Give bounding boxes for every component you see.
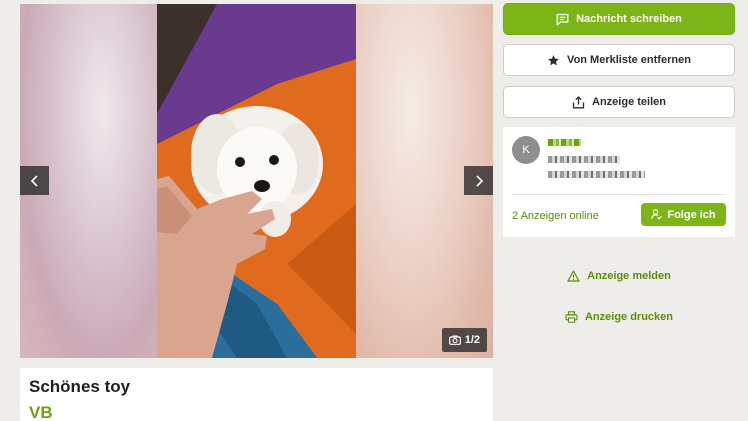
gallery-prev-button[interactable] bbox=[20, 166, 49, 195]
image-counter-text: 1/2 bbox=[464, 334, 480, 346]
seller-name-redacted[interactable] bbox=[548, 139, 581, 146]
chevron-left-icon bbox=[30, 174, 38, 187]
chevron-right-icon bbox=[475, 174, 483, 187]
remove-watchlist-button[interactable]: Von Merkliste entfernen bbox=[503, 44, 735, 76]
printer-icon bbox=[565, 311, 578, 323]
image-gallery[interactable]: 1/2 bbox=[20, 4, 493, 358]
report-ad-label: Anzeige melden bbox=[587, 270, 671, 282]
warning-icon bbox=[567, 270, 580, 282]
gallery-next-button[interactable] bbox=[464, 166, 493, 195]
send-message-label: Nachricht schreiben bbox=[576, 13, 682, 25]
seller-card: K 2 Anzeigen online Folge ich bbox=[503, 127, 735, 237]
remove-watchlist-label: Von Merkliste entfernen bbox=[567, 54, 691, 66]
chat-icon bbox=[556, 13, 569, 25]
follow-label: Folge ich bbox=[667, 208, 716, 221]
follow-button[interactable]: Folge ich bbox=[641, 203, 726, 226]
image-counter: 1/2 bbox=[441, 328, 487, 352]
star-icon bbox=[548, 54, 559, 65]
share-ad-label: Anzeige teilen bbox=[592, 96, 666, 108]
send-message-button[interactable]: Nachricht schreiben bbox=[503, 3, 735, 35]
seller-ads-online-link[interactable]: 2 Anzeigen online bbox=[512, 210, 599, 222]
divider bbox=[512, 194, 726, 195]
listing-title-card: Schönes toy VB bbox=[20, 368, 493, 421]
listing-photo[interactable] bbox=[157, 4, 356, 358]
print-ad-label: Anzeige drucken bbox=[584, 311, 674, 323]
avatar: K bbox=[512, 136, 540, 164]
share-ad-button[interactable]: Anzeige teilen bbox=[503, 86, 735, 118]
listing-title: Schönes toy bbox=[29, 377, 131, 396]
seller-info-redacted bbox=[548, 171, 645, 178]
follow-user-icon bbox=[651, 209, 663, 220]
print-ad-link[interactable]: Anzeige drucken bbox=[503, 311, 735, 323]
camera-icon bbox=[448, 335, 461, 345]
share-icon bbox=[572, 95, 585, 108]
seller-info-redacted bbox=[548, 156, 620, 163]
listing-price: VB bbox=[29, 403, 53, 421]
report-ad-link[interactable]: Anzeige melden bbox=[503, 270, 735, 282]
